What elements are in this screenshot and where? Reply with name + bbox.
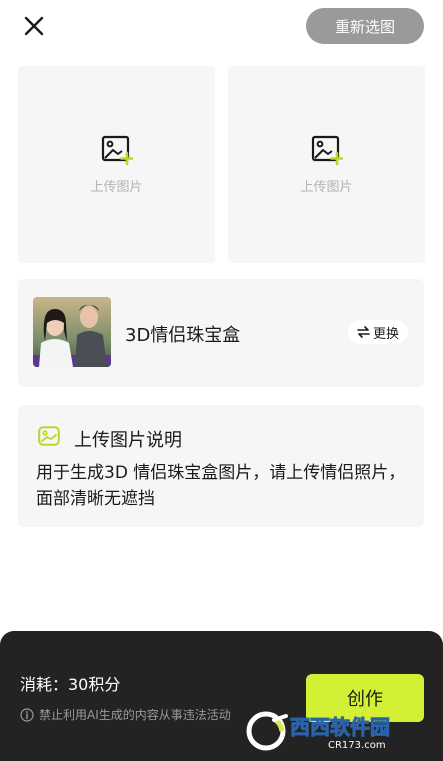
watermark-url: CR173.com bbox=[328, 740, 386, 751]
upload-slot-label: 上传图片 bbox=[90, 180, 143, 195]
warning-notice: 禁止利用AI生成的内容从事违法活动 bbox=[20, 706, 231, 723]
upload-slot-1[interactable]: 上传图片 bbox=[18, 66, 215, 263]
watermark-logo: 西西软件园 CR173.com bbox=[244, 710, 424, 752]
cost-text: 消耗：30积分 bbox=[20, 675, 121, 694]
change-template-label: 更换 bbox=[372, 326, 399, 342]
instructions-title: 上传图片说明 bbox=[74, 430, 182, 451]
template-card: 3D情侣珠宝盒 更换 bbox=[18, 279, 424, 387]
swap-icon bbox=[357, 326, 370, 338]
template-thumbnail bbox=[33, 297, 111, 367]
upload-instructions-card: 上传图片说明 用于生成3D 情侣珠宝盒图片，请上传情侣照片，面部清晰无遮挡 bbox=[18, 405, 424, 527]
watermark-brand: 西西软件园 bbox=[290, 715, 390, 739]
close-icon bbox=[24, 16, 44, 36]
upload-slot-label: 上传图片 bbox=[300, 180, 353, 195]
close-button[interactable] bbox=[20, 12, 48, 40]
image-icon bbox=[38, 426, 60, 450]
image-upload-icon bbox=[101, 135, 133, 166]
change-template-button[interactable]: 更换 bbox=[348, 320, 408, 344]
instructions-body: 用于生成3D 情侣珠宝盒图片，请上传情侣照片，面部清晰无遮挡 bbox=[36, 463, 406, 509]
template-title: 3D情侣珠宝盒 bbox=[125, 325, 241, 346]
reselect-image-button[interactable]: 重新选图 bbox=[306, 8, 424, 44]
warning-text: 禁止利用AI生成的内容从事违法活动 bbox=[39, 708, 231, 722]
image-upload-icon bbox=[311, 135, 343, 166]
upload-slot-2[interactable]: 上传图片 bbox=[228, 66, 425, 263]
info-icon bbox=[20, 707, 34, 722]
